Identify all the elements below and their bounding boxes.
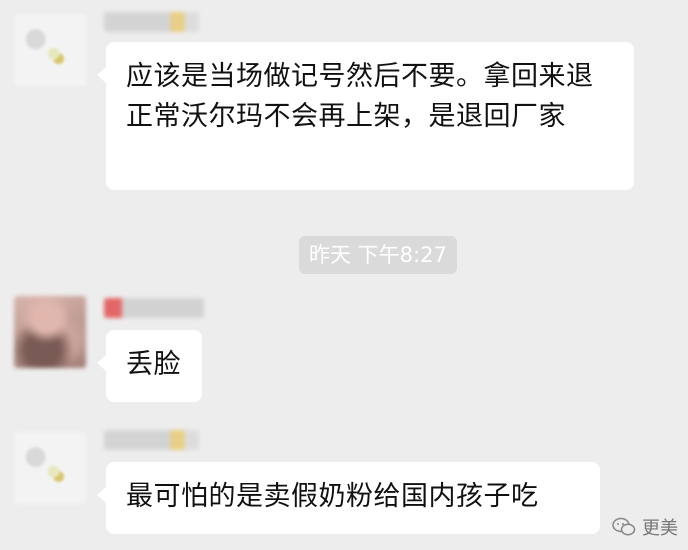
message-timestamp: 昨天 下午8:27 [299,236,457,274]
contact-nickname-blurred [104,430,199,450]
watermark-label: 更美 [642,518,678,539]
contact-nickname-blurred [104,298,204,318]
message-bubble[interactable]: 应该是当场做记号然后不要。拿回来退正常沃尔玛不会再上架，是退回厂家 [97,42,634,190]
message-text: 最可怕的是卖假奶粉给国内孩子吃 [126,481,539,512]
contact-avatar[interactable] [14,14,86,86]
contact-avatar[interactable] [14,296,86,368]
message-bubble[interactable]: 最可怕的是卖假奶粉给国内孩子吃 [97,462,600,534]
contact-nickname-blurred [104,12,199,32]
message-text: 应该是当场做记号然后不要。拿回来退正常沃尔玛不会再上架，是退回厂家 [126,61,594,132]
message-bubble[interactable]: 丢脸 [97,330,202,402]
message-text: 丢脸 [126,349,181,380]
contact-avatar[interactable] [14,432,86,504]
wechat-icon [612,517,636,536]
watermark: 更美 [612,514,678,540]
